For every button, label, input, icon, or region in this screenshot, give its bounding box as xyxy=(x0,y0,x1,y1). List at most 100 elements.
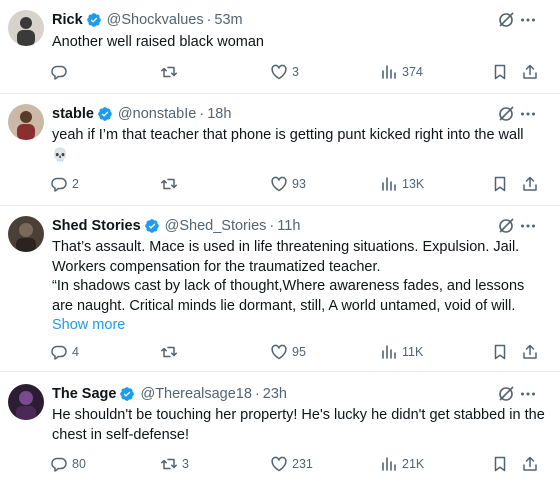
tweet-header: The Sage @Therealsage18 · 23h xyxy=(52,384,287,404)
reply-icon xyxy=(50,343,68,361)
like-button[interactable]: 95 xyxy=(270,342,306,362)
timestamp[interactable]: 53m xyxy=(214,12,242,28)
retweet-count: 3 xyxy=(182,457,189,471)
separator-dot: · xyxy=(199,106,205,122)
reply-icon xyxy=(50,455,68,473)
avatar[interactable] xyxy=(8,104,44,140)
tweet-text: He shouldn't be touching her property! H… xyxy=(52,407,545,443)
like-count: 231 xyxy=(292,457,313,471)
reply-feed: Rick @Shockvalues · 53m Another well rai… xyxy=(0,0,560,491)
like-button[interactable]: 3 xyxy=(270,62,299,82)
heart-icon xyxy=(270,455,288,473)
bookmark-button[interactable] xyxy=(491,62,509,82)
views-icon xyxy=(380,63,398,81)
timestamp[interactable]: 11h xyxy=(277,218,300,234)
like-button[interactable]: 93 xyxy=(270,174,306,194)
more-icon[interactable] xyxy=(519,217,537,235)
tweet[interactable]: Rick @Shockvalues · 53m Another well rai… xyxy=(0,0,560,94)
show-more-link[interactable]: Show more xyxy=(52,317,125,333)
tweet-text: That’s assault. Mace is used in life thr… xyxy=(52,239,525,333)
author-name[interactable]: The Sage xyxy=(52,386,116,402)
retweet-button[interactable] xyxy=(160,342,182,362)
author-name[interactable]: stable xyxy=(52,106,94,122)
share-button[interactable] xyxy=(521,342,539,362)
bookmark-button[interactable] xyxy=(491,174,509,194)
author-name[interactable]: Rick xyxy=(52,12,83,28)
avatar[interactable] xyxy=(8,10,44,46)
share-button[interactable] xyxy=(521,62,539,82)
like-count: 3 xyxy=(292,65,299,79)
reply-icon xyxy=(50,63,68,81)
more-icon[interactable] xyxy=(519,385,537,403)
tweet[interactable]: Shed Stories @Shed_Stories · 11h That’s … xyxy=(0,206,560,372)
reply-count: 4 xyxy=(72,345,79,359)
like-button[interactable]: 231 xyxy=(270,454,313,474)
author-handle[interactable]: @Therealsage18 xyxy=(140,386,251,402)
tweet-text: Another well raised black woman xyxy=(52,34,264,50)
share-icon xyxy=(521,63,539,81)
share-button[interactable] xyxy=(521,174,539,194)
reply-button[interactable] xyxy=(50,62,72,82)
retweet-icon xyxy=(160,63,178,81)
bookmark-button[interactable] xyxy=(491,342,509,362)
separator-dot: · xyxy=(254,386,260,402)
tweet-header: stable @nonstabIe · 18h xyxy=(52,104,231,124)
grok-icon[interactable] xyxy=(497,217,515,235)
heart-icon xyxy=(270,63,288,81)
more-icon[interactable] xyxy=(519,11,537,29)
action-bar: 2 93 13K xyxy=(50,174,550,194)
views-count: 13K xyxy=(402,177,425,191)
views-icon xyxy=(380,175,398,193)
views-count: 11K xyxy=(402,345,424,359)
retweet-button[interactable] xyxy=(160,62,182,82)
bookmark-button[interactable] xyxy=(491,454,509,474)
author-handle[interactable]: @nonstabIe xyxy=(118,106,196,122)
bookmark-icon xyxy=(491,175,509,193)
avatar[interactable] xyxy=(8,216,44,252)
reply-count: 2 xyxy=(72,177,79,191)
verified-badge-icon xyxy=(86,12,102,28)
tweet[interactable]: The Sage @Therealsage18 · 23h He shouldn… xyxy=(0,372,560,491)
like-count: 93 xyxy=(292,177,306,191)
timestamp[interactable]: 23h xyxy=(263,386,287,402)
grok-icon[interactable] xyxy=(497,105,515,123)
views-count: 21K xyxy=(402,457,425,471)
bookmark-icon xyxy=(491,455,509,473)
reply-button[interactable]: 2 xyxy=(50,174,79,194)
heart-icon xyxy=(270,175,288,193)
views-button[interactable]: 21K xyxy=(380,454,424,474)
views-count: 374 xyxy=(402,65,423,79)
share-icon xyxy=(521,343,539,361)
reply-button[interactable]: 80 xyxy=(50,454,86,474)
share-button[interactable] xyxy=(521,454,539,474)
share-icon xyxy=(521,455,539,473)
author-handle[interactable]: @Shed_Stories xyxy=(165,218,267,234)
author-name[interactable]: Shed Stories xyxy=(52,218,141,234)
grok-icon[interactable] xyxy=(497,11,515,29)
timestamp[interactable]: 18h xyxy=(207,106,231,122)
retweet-button[interactable] xyxy=(160,174,182,194)
views-button[interactable]: 374 xyxy=(380,62,423,82)
like-count: 95 xyxy=(292,345,306,359)
author-handle[interactable]: @Shockvalues xyxy=(107,12,204,28)
action-bar: 4 95 11K xyxy=(50,342,550,362)
share-icon xyxy=(521,175,539,193)
views-icon xyxy=(380,455,398,473)
retweet-button[interactable]: 3 xyxy=(160,454,189,474)
tweet-header: Shed Stories @Shed_Stories · 11h xyxy=(52,216,300,236)
heart-icon xyxy=(270,343,288,361)
action-bar: 80 3 231 21K xyxy=(50,454,550,474)
reply-count: 80 xyxy=(72,457,86,471)
retweet-icon xyxy=(160,175,178,193)
separator-dot: · xyxy=(269,218,275,234)
retweet-icon xyxy=(160,343,178,361)
more-icon[interactable] xyxy=(519,105,537,123)
views-button[interactable]: 11K xyxy=(380,342,423,362)
reply-icon xyxy=(50,175,68,193)
grok-icon[interactable] xyxy=(497,385,515,403)
reply-button[interactable]: 4 xyxy=(50,342,79,362)
avatar[interactable] xyxy=(8,384,44,420)
views-icon xyxy=(380,343,398,361)
views-button[interactable]: 13K xyxy=(380,174,424,194)
tweet[interactable]: stable @nonstabIe · 18h yeah if I’m that… xyxy=(0,94,560,206)
